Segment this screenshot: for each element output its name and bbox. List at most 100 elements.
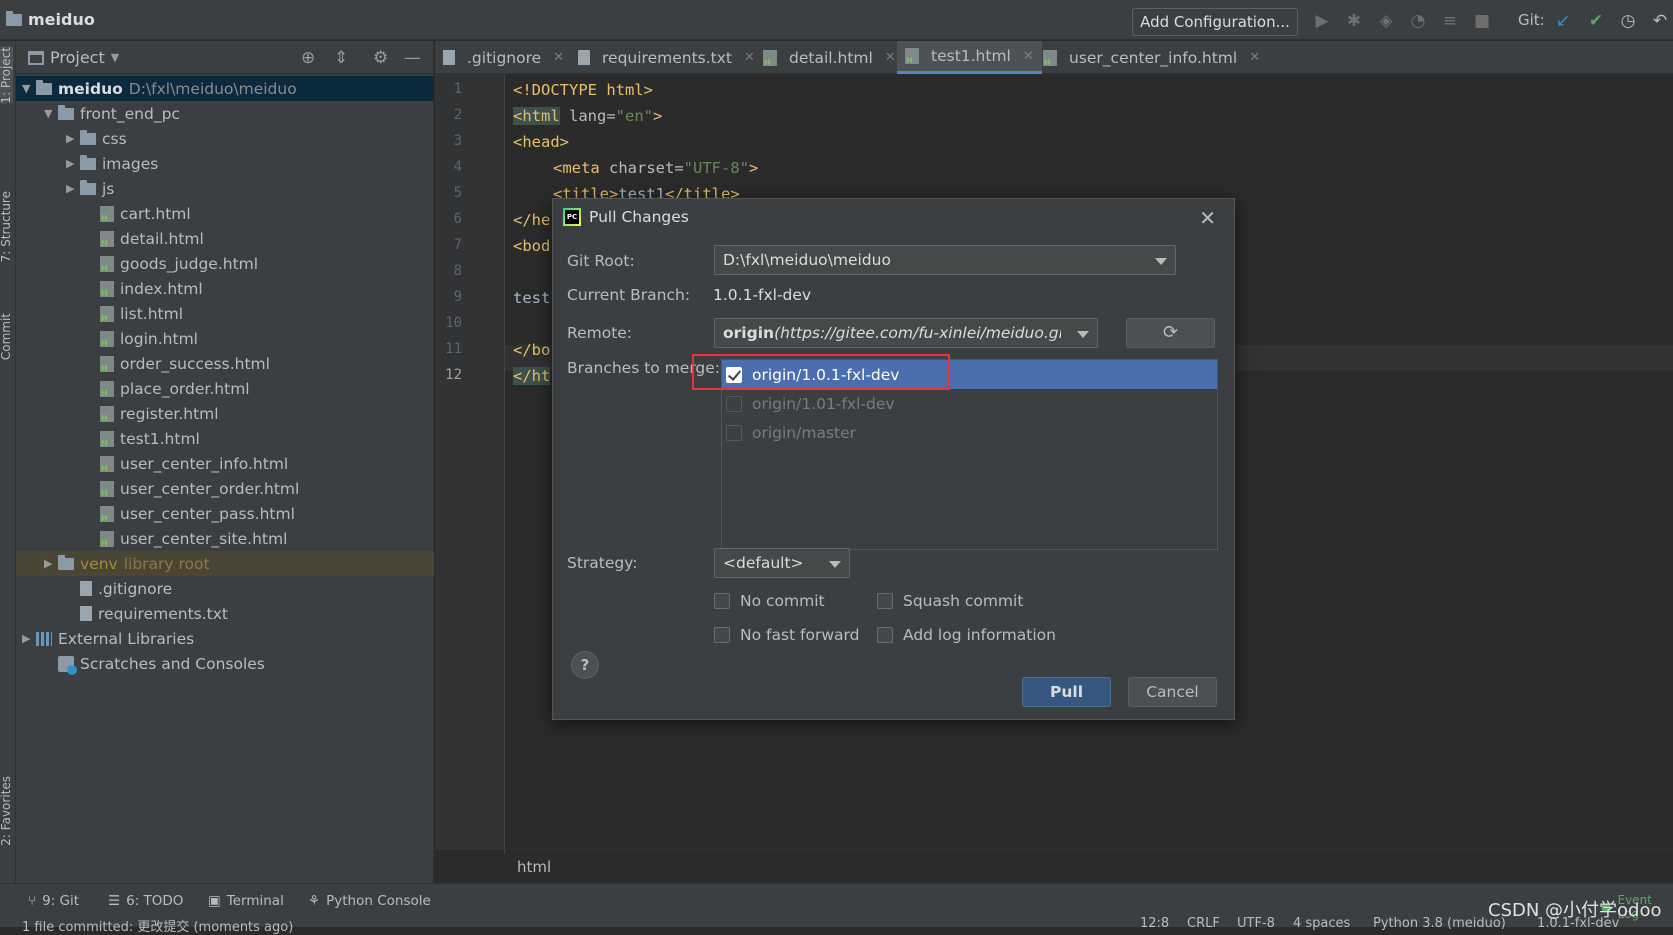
status-message[interactable]: 1 file committed: 更改提交 (moments ago): [22, 916, 293, 935]
favorites-tool-tab[interactable]: 2: Favorites: [0, 776, 13, 846]
close-icon[interactable]: ✕: [1249, 50, 1260, 65]
tree-item[interactable]: ▶ External Libraries: [16, 626, 434, 651]
code-line-6[interactable]: </he: [513, 211, 550, 229]
add-log-information-checkbox[interactable]: [877, 627, 893, 643]
project-title[interactable]: meiduo: [6, 10, 95, 29]
terminal-tool-tab[interactable]: ▣ Terminal: [208, 893, 284, 909]
profile-icon[interactable]: ◔: [1408, 11, 1428, 31]
expand-arrow-icon[interactable]: ▼: [44, 107, 58, 120]
python-console-tool-tab[interactable]: ⚘ Python Console: [308, 893, 431, 909]
tree-item[interactable]: index.html: [16, 276, 434, 301]
close-icon[interactable]: ✕: [885, 50, 896, 65]
code-line-9[interactable]: test: [513, 289, 550, 307]
code-line-12[interactable]: </ht: [513, 367, 551, 385]
stop-icon[interactable]: ■: [1472, 11, 1492, 31]
tree-item[interactable]: ▶ images: [16, 151, 434, 176]
squash-commit-checkbox[interactable]: [877, 593, 893, 609]
help-button[interactable]: ?: [571, 651, 599, 679]
code-line-11[interactable]: </bo: [513, 341, 550, 359]
git-update-icon[interactable]: ↙: [1553, 11, 1573, 31]
expand-arrow-icon[interactable]: ▶: [44, 557, 58, 570]
branch-checkbox[interactable]: [726, 424, 742, 441]
tree-item[interactable]: user_center_order.html: [16, 476, 434, 501]
indent-setting[interactable]: 4 spaces: [1293, 916, 1350, 931]
tree-item[interactable]: place_order.html: [16, 376, 434, 401]
tree-item[interactable]: ▼ meiduo D:\fxl\meiduo\meiduo: [16, 76, 434, 101]
coverage-icon[interactable]: ◈: [1376, 11, 1396, 31]
close-icon[interactable]: ✕: [744, 50, 755, 65]
pull-button[interactable]: Pull: [1022, 677, 1111, 707]
strategy-select[interactable]: <default>: [714, 548, 850, 578]
git-tool-tab[interactable]: ⑂ 9: Git: [28, 893, 79, 909]
tree-item[interactable]: login.html: [16, 326, 434, 351]
close-icon[interactable]: ✕: [1199, 206, 1216, 230]
python-interpreter[interactable]: Python 3.8 (meiduo): [1373, 916, 1506, 931]
tree-item[interactable]: test1.html: [16, 426, 434, 451]
git-rollback-icon[interactable]: ↶: [1650, 11, 1670, 31]
code-line-7[interactable]: <bod: [513, 237, 550, 255]
close-icon[interactable]: ✕: [1023, 49, 1034, 64]
add-configuration-button[interactable]: Add Configuration...: [1132, 8, 1298, 36]
tree-item[interactable]: goods_judge.html: [16, 251, 434, 276]
caret-position[interactable]: 12:8: [1140, 916, 1169, 931]
tree-item[interactable]: ▶ venv library root: [16, 551, 434, 576]
run-icon[interactable]: ▶: [1312, 11, 1332, 31]
tab-user-center-info[interactable]: user_center_info.html✕: [1035, 41, 1268, 74]
git-commit-icon[interactable]: ✔: [1586, 11, 1606, 31]
gear-icon[interactable]: ⚙: [373, 48, 388, 68]
expand-arrow-icon[interactable]: ▼: [22, 82, 36, 95]
project-tool-tab[interactable]: 1: Project: [0, 47, 13, 104]
tree-item[interactable]: ▼ front_end_pc: [16, 101, 434, 126]
tab-test1[interactable]: test1.html✕: [897, 41, 1042, 74]
tree-item[interactable]: requirements.txt: [16, 601, 434, 626]
line-separator[interactable]: CRLF: [1187, 916, 1220, 931]
debug-icon[interactable]: ✱: [1344, 11, 1364, 31]
tab-gitignore[interactable]: .gitignore ✕: [435, 41, 572, 74]
tree-item[interactable]: order_success.html: [16, 351, 434, 376]
tree-item[interactable]: list.html: [16, 301, 434, 326]
tree-item[interactable]: user_center_pass.html: [16, 501, 434, 526]
remote-select[interactable]: origin(https://gitee.com/fu-xinlei/meidu…: [714, 318, 1098, 348]
breadcrumb-item[interactable]: html: [517, 858, 551, 876]
branch-item[interactable]: origin/master: [722, 418, 1217, 447]
tree-item[interactable]: register.html: [16, 401, 434, 426]
git-root-select[interactable]: D:\fxl\meiduo\meiduo: [714, 245, 1176, 275]
code-line-3[interactable]: <head>: [513, 133, 569, 151]
squash-commit-option[interactable]: Squash commit: [877, 592, 1023, 610]
project-view-selector[interactable]: Project ▼: [28, 48, 119, 67]
file-encoding[interactable]: UTF-8: [1237, 916, 1275, 931]
structure-tool-tab[interactable]: 7: Structure: [0, 191, 13, 262]
tree-item[interactable]: .gitignore: [16, 576, 434, 601]
tab-detail[interactable]: detail.html✕: [755, 41, 904, 74]
concurrency-icon[interactable]: ≡: [1440, 11, 1460, 31]
tree-item[interactable]: user_center_info.html: [16, 451, 434, 476]
branch-checkbox[interactable]: [726, 395, 742, 412]
locate-icon[interactable]: ⊕: [301, 48, 315, 68]
cancel-button[interactable]: Cancel: [1128, 677, 1217, 707]
tree-item[interactable]: ▶ js: [16, 176, 434, 201]
expand-arrow-icon[interactable]: ▶: [66, 157, 80, 170]
collapse-all-icon[interactable]: ⇕: [334, 48, 348, 68]
code-line-1[interactable]: <!DOCTYPE html>: [513, 81, 653, 99]
tree-item[interactable]: user_center_site.html: [16, 526, 434, 551]
git-history-icon[interactable]: ◷: [1618, 11, 1638, 31]
no-fast-forward-option[interactable]: No fast forward: [714, 626, 859, 644]
hide-panel-icon[interactable]: —: [404, 48, 421, 68]
refresh-branches-button[interactable]: ⟳: [1126, 318, 1215, 348]
todo-tool-tab[interactable]: ☰ 6: TODO: [108, 893, 183, 909]
tree-item[interactable]: ▶ css: [16, 126, 434, 151]
commit-tool-tab[interactable]: Commit: [0, 313, 13, 360]
expand-arrow-icon[interactable]: ▶: [66, 132, 80, 145]
tree-item[interactable]: cart.html: [16, 201, 434, 226]
no-commit-option[interactable]: No commit: [714, 592, 825, 610]
no-fast-forward-checkbox[interactable]: [714, 627, 730, 643]
expand-arrow-icon[interactable]: ▶: [22, 632, 36, 645]
code-line-4[interactable]: <meta charset="UTF-8">: [553, 159, 758, 177]
add-log-information-option[interactable]: Add log information: [877, 626, 1056, 644]
expand-arrow-icon[interactable]: ▶: [66, 182, 80, 195]
tree-item[interactable]: detail.html: [16, 226, 434, 251]
tree-item[interactable]: Scratches and Consoles: [16, 651, 434, 676]
no-commit-checkbox[interactable]: [714, 593, 730, 609]
tab-requirements[interactable]: requirements.txt ✕: [570, 41, 763, 74]
branch-item[interactable]: origin/1.01-fxl-dev: [722, 389, 1217, 418]
